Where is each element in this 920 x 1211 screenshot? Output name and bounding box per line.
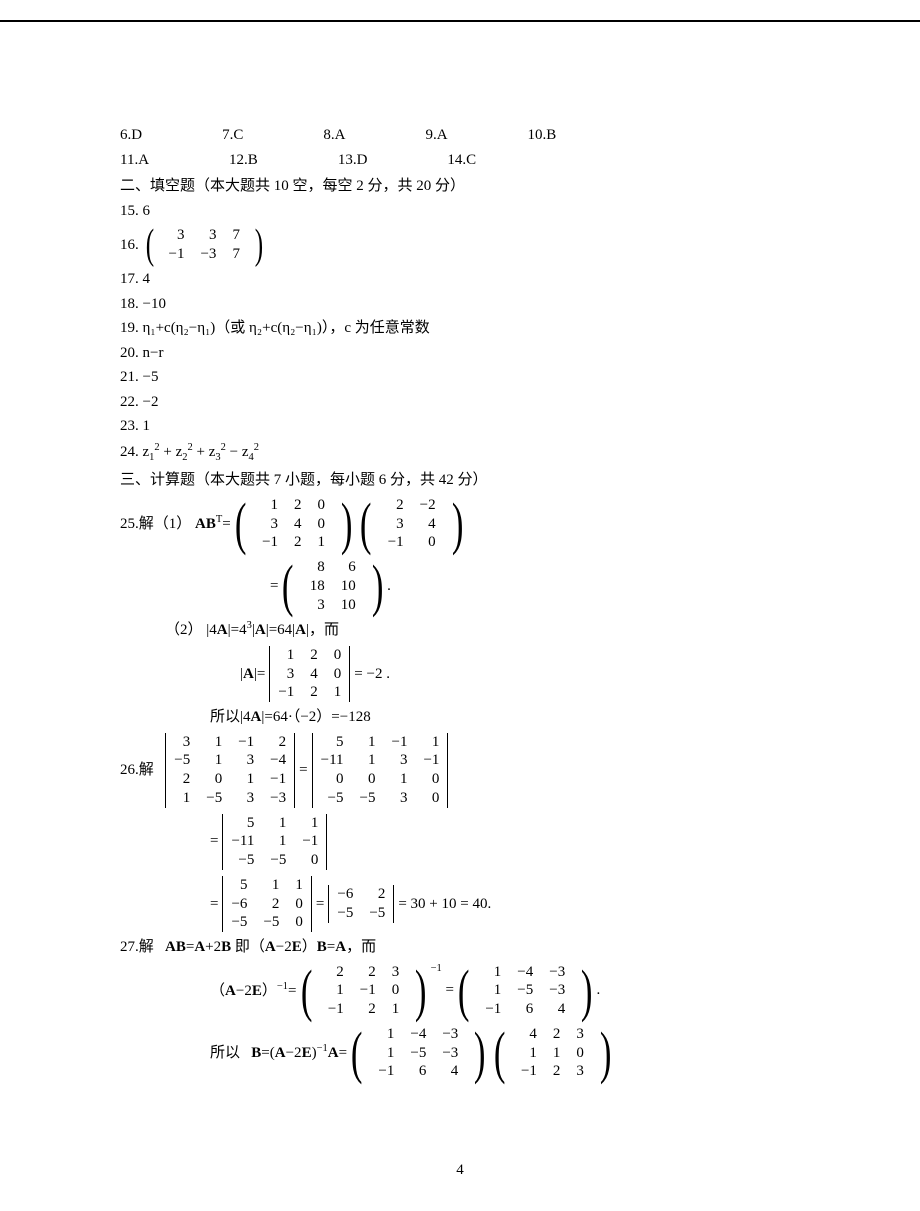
equals: = bbox=[210, 893, 218, 916]
q27-eq-text: AB=A+2B 即（A−2E）B=A，而 bbox=[165, 939, 376, 955]
q26-d5: −62 −5−5 bbox=[328, 885, 394, 923]
q26-label: 26.解 bbox=[120, 759, 154, 782]
q16-label: 16. bbox=[120, 234, 139, 257]
q20: 20. n−r bbox=[120, 342, 810, 365]
ans-14: 14.C bbox=[447, 149, 476, 172]
q17: 17. 4 bbox=[120, 268, 810, 291]
q15: 15. 6 bbox=[120, 200, 810, 223]
q25-detA-label: |A|= bbox=[240, 663, 265, 686]
page: 6.D 7.C 8.A 9.A 10.B 11.A 12.B 13.D 14.C… bbox=[0, 20, 920, 1211]
q27-m3: ( 1−4−31−5−3−164 ) bbox=[347, 1023, 490, 1083]
q27-line1: 27.解 AB=A+2B 即（A−2E）B=A，而 bbox=[120, 936, 810, 959]
equals: = bbox=[446, 979, 454, 1002]
equals: = bbox=[299, 759, 307, 782]
ans-6: 6.D bbox=[120, 124, 142, 147]
q25-part2-label: （2） bbox=[165, 622, 203, 638]
q25-result-text: 所以|4A|=64·（−2）=−128 bbox=[210, 709, 371, 725]
mc-row-2: 11.A 12.B 13.D 14.C bbox=[120, 149, 810, 172]
q27-m4: ( 423110−123 ) bbox=[490, 1023, 616, 1083]
q25-detA-val: = −2 . bbox=[354, 663, 390, 686]
q27-line2: （A−2E）−1= ( 2231−10−121 ) −1 = ( 1−4−31−… bbox=[120, 961, 810, 1021]
q25-part2-result: 所以|4A|=64·（−2）=−128 bbox=[120, 706, 810, 729]
equals: = bbox=[316, 893, 324, 916]
q16: 16. ( 337−1−37 ) bbox=[120, 224, 810, 266]
q25-part1-line2: = ( 861810310 ) . bbox=[120, 556, 810, 616]
q22: 22. −2 bbox=[120, 391, 810, 414]
ans-8: 8.A bbox=[323, 124, 345, 147]
q25-m3: ( 861810310 ) bbox=[278, 556, 387, 616]
ans-10: 10.B bbox=[528, 124, 557, 147]
ans-7: 7.C bbox=[222, 124, 243, 147]
ans-13: 13.D bbox=[338, 149, 368, 172]
page-number: 4 bbox=[0, 1159, 920, 1182]
q26-line2: = 511 −111−1 −5−50 bbox=[120, 812, 810, 872]
q24-label: 24. bbox=[120, 444, 143, 460]
equals: = bbox=[270, 575, 278, 598]
q25-m2: ( 2−234−10 ) bbox=[356, 494, 467, 554]
q27-line3: 所以 B=(A−2E)−1A= ( 1−4−31−5−3−164 ) ( 423… bbox=[120, 1023, 810, 1083]
q25-abt: ABT= bbox=[195, 512, 231, 536]
period: . bbox=[387, 575, 391, 598]
q25-part2-det: |A|= 120340−121 = −2 . bbox=[120, 644, 810, 704]
q25-m1: ( 120340−121 ) bbox=[231, 494, 357, 554]
q25-part2-line1: （2） |4A|=43|A|=64|A|，而 bbox=[120, 618, 810, 642]
q23: 23. 1 bbox=[120, 415, 810, 438]
q26-d3: 511 −111−1 −5−50 bbox=[222, 814, 327, 870]
q27-label: 27.解 bbox=[120, 939, 154, 955]
q27-m1: ( 2231−10−121 ) bbox=[297, 961, 431, 1021]
q26-result: = 30 + 10 = 40. bbox=[398, 893, 491, 916]
q24-expr: z12 + z22 + z32 − z42 bbox=[143, 444, 260, 460]
q25-label: 25.解（1） bbox=[120, 513, 191, 536]
ans-12: 12.B bbox=[229, 149, 258, 172]
q27-line3-pre: 所以 B=(A−2E)−1A= bbox=[210, 1041, 347, 1065]
q25-detA: 120340−121 bbox=[269, 646, 350, 702]
equals: = bbox=[210, 830, 218, 853]
q19: 19. η₁+c(η₂−η₁)（或 η₂+c(η₂−η₁)），c 为任意常数 bbox=[120, 317, 810, 340]
q25-part1-line1: 25.解（1） ABT= ( 120340−121 ) ( 2−234−10 ) bbox=[120, 494, 810, 554]
q27-m2: ( 1−4−31−5−3−164 ) bbox=[454, 961, 597, 1021]
q21: 21. −5 bbox=[120, 366, 810, 389]
q26-d1: 31−12 −513−4 201−1 1−53−3 bbox=[165, 733, 295, 808]
mc-row-1: 6.D 7.C 8.A 9.A 10.B bbox=[120, 124, 810, 147]
q26-line1: 26.解 31−12 −513−4 201−1 1−53−3 = 51−11 −… bbox=[120, 731, 810, 810]
q25-part2-text1: |4A|=43|A|=64|A|，而 bbox=[206, 622, 339, 638]
q16-matrix: ( 337−1−37 ) bbox=[143, 224, 266, 266]
inverse-sup: −1 bbox=[431, 961, 442, 977]
q24: 24. z12 + z22 + z32 − z42 bbox=[120, 440, 810, 466]
q26-line3: = 511 −620 −5−50 = −62 −5−5 = 30 + 10 = … bbox=[120, 874, 810, 934]
section-3-heading: 三、计算题（本大题共 7 小题，每小题 6 分，共 42 分） bbox=[120, 469, 810, 492]
q26-d4: 511 −620 −5−50 bbox=[222, 876, 311, 932]
period: . bbox=[597, 979, 601, 1002]
q26-d2: 51−11 −1113−1 0010 −5−530 bbox=[312, 733, 449, 808]
ans-11: 11.A bbox=[120, 149, 149, 172]
q27-inv-label: （A−2E）−1= bbox=[210, 979, 297, 1003]
section-2-heading: 二、填空题（本大题共 10 空，每空 2 分，共 20 分） bbox=[120, 175, 810, 198]
q18: 18. −10 bbox=[120, 293, 810, 316]
ans-9: 9.A bbox=[425, 124, 447, 147]
